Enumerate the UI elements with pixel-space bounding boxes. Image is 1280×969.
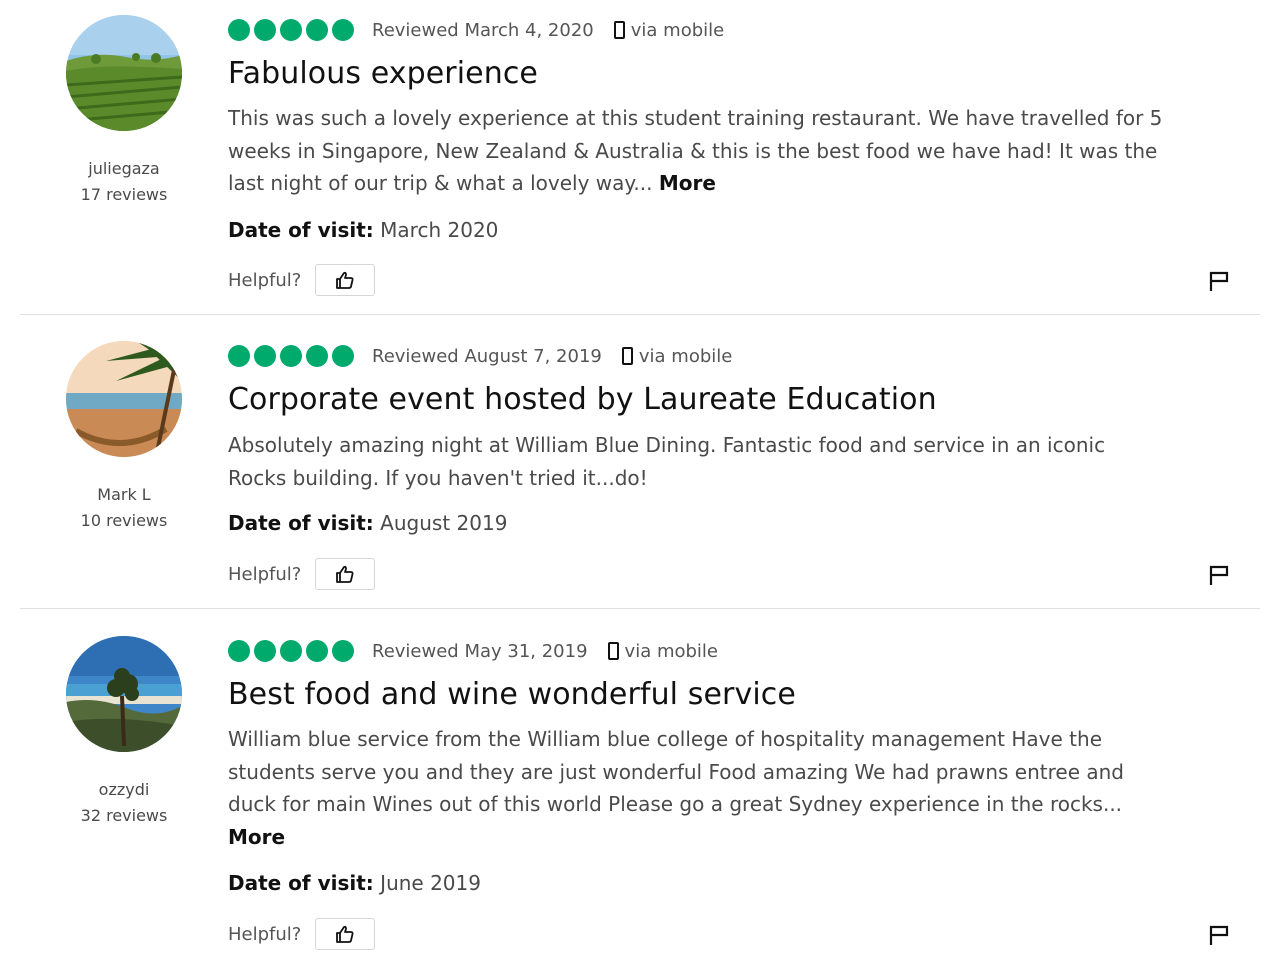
helpful-section: Helpful? — [228, 918, 376, 950]
review-body: William blue service from the William bl… — [228, 723, 1168, 853]
rating-bubble — [332, 640, 354, 662]
rating-bubble — [254, 640, 276, 662]
user-name[interactable]: ozzydi — [24, 780, 224, 799]
rating-bubble — [306, 640, 328, 662]
date-of-visit: Date of visit: June 2019 — [228, 871, 481, 895]
review-title[interactable]: Best food and wine wonderful service — [228, 677, 796, 712]
more-link[interactable]: More — [228, 825, 285, 849]
review-body-text: William blue service from the William bl… — [228, 727, 1124, 816]
via-mobile-label: via mobile — [624, 640, 719, 662]
user-review-count: 32 reviews — [80, 806, 168, 825]
date-of-visit-value: June 2019 — [380, 871, 481, 895]
report-flag-icon[interactable] — [1208, 924, 1230, 946]
rating-bubble — [228, 640, 250, 662]
date-of-visit-label: Date of visit: — [228, 871, 374, 895]
mobile-phone-icon — [607, 642, 619, 660]
helpful-button[interactable] — [315, 918, 376, 950]
rating-bubbles: Reviewed May 31, 2019 via mobile — [228, 637, 718, 665]
thumbs-up-icon — [336, 925, 354, 943]
review-card: ozzydi 32 reviews Reviewed May 31, 2019 … — [0, 0, 1280, 969]
helpful-label: Helpful? — [228, 923, 302, 945]
rating-bubble — [280, 640, 302, 662]
coast-tree-avatar — [66, 636, 182, 752]
user-avatar[interactable] — [66, 636, 182, 752]
reviewed-date: Reviewed May 31, 2019 — [372, 640, 588, 662]
